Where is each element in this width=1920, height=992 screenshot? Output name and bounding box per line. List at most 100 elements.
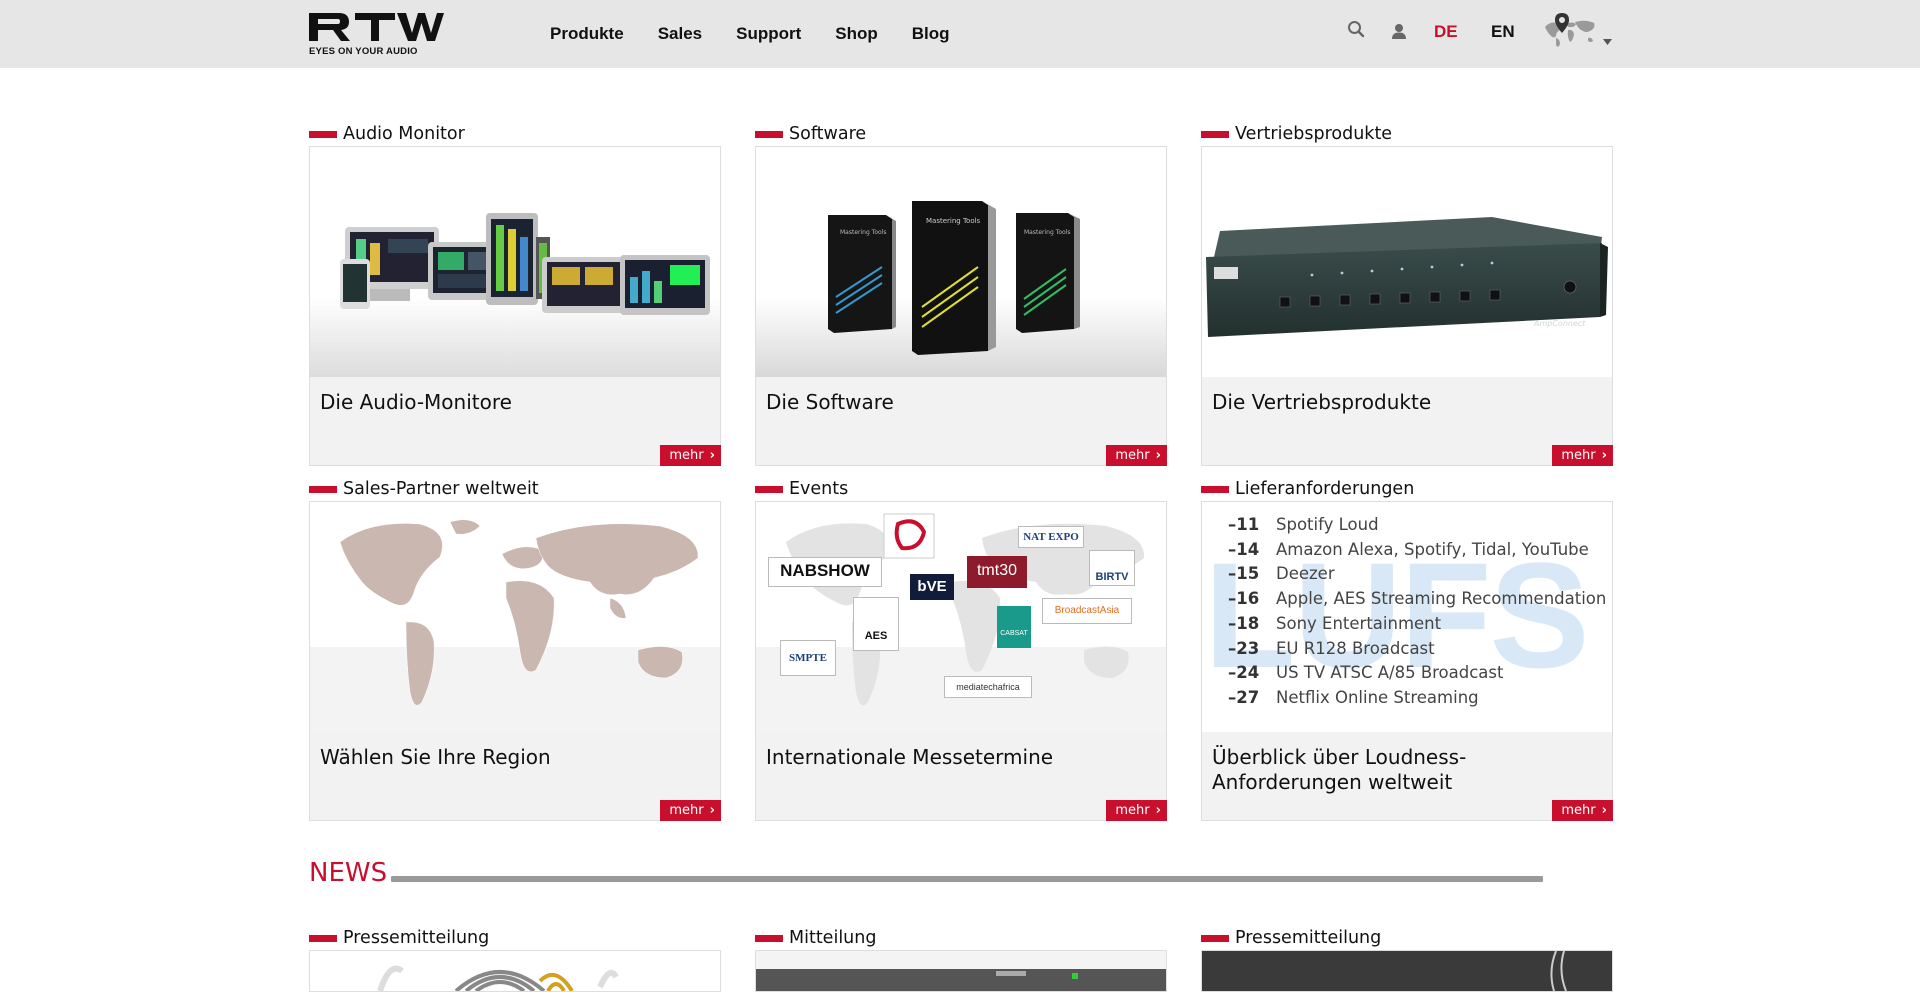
card-link[interactable]: AmpConnect Die Vertriebsprodukte mehr ›: [1201, 146, 1613, 466]
title-marker: [309, 130, 337, 138]
title-marker: [1201, 485, 1229, 493]
smpte-logo: SMPTE: [780, 640, 836, 676]
title-marker: [1201, 934, 1229, 942]
loudness-row: –24 US TV ATSC A/85 Broadcast: [1228, 663, 1504, 683]
card-label: Sales-Partner weltweit: [343, 479, 539, 499]
card-link[interactable]: NABSHOW tmt30 bVE BIRTV NAT EXPO Broadca…: [755, 501, 1167, 821]
news-image: [756, 951, 1166, 991]
news-label: Pressemitteilung: [1235, 928, 1382, 948]
search-icon[interactable]: [1347, 20, 1367, 40]
chevron-right-icon: ›: [709, 448, 715, 463]
card-link[interactable]: LUFS –11 Spotify Loud –14 Amazon Alexa, Sp…: [1201, 501, 1613, 821]
title-marker: [755, 485, 783, 493]
card-description: Internationale Messetermine: [766, 745, 1054, 769]
news-label: Pressemitteilung: [343, 928, 490, 948]
card-description: Die Vertriebsprodukte: [1212, 390, 1432, 414]
news-item: Mitteilung: [755, 926, 1167, 992]
loudness-row: –16 Apple, AES Streaming Recommendation: [1228, 589, 1607, 609]
loudness-table-image: LUFS –11 Spotify Loud –14 Amazon Alexa, Sp…: [1202, 502, 1612, 732]
mehr-label: mehr: [669, 448, 704, 463]
mehr-button[interactable]: mehr ›: [660, 445, 721, 466]
nav-sales[interactable]: Sales: [658, 24, 702, 44]
user-icon[interactable]: [1390, 22, 1410, 42]
mediatechafrica-logo: mediatechafrica: [944, 676, 1032, 698]
card-link[interactable]: Die Audio-Monitore mehr ›: [309, 146, 721, 466]
mehr-label: mehr: [1115, 803, 1150, 818]
box-label: Mastering Tools: [926, 217, 981, 225]
site-header: EYES ON YOUR AUDIO Produkte Sales Suppor…: [0, 0, 1920, 68]
card-software: Software Mastering Tools Mastering Tools…: [755, 122, 1167, 466]
loudness-row: –15 Deezer: [1228, 564, 1335, 584]
events-logos-image: NABSHOW tmt30 bVE BIRTV NAT EXPO Broadca…: [756, 502, 1166, 732]
chevron-right-icon: ›: [1155, 803, 1161, 818]
loudness-row: –11 Spotify Loud: [1228, 515, 1379, 534]
card-description: Wählen Sie Ihre Region: [320, 745, 551, 769]
title-marker: [309, 934, 337, 942]
card-description: Die Software: [766, 390, 894, 414]
mehr-button[interactable]: mehr ›: [660, 800, 721, 821]
chevron-right-icon: ›: [709, 803, 715, 818]
loudness-row: –18 Sony Entertainment: [1228, 613, 1442, 633]
chevron-right-icon: ›: [1155, 448, 1161, 463]
chevron-down-icon: [1603, 30, 1612, 49]
device-label: AmpConnect: [1534, 319, 1586, 328]
nav-produkte[interactable]: Produkte: [550, 24, 624, 44]
card-vertriebsprodukte: Vertriebsprodukte AmpConnect Die Vertrie…: [1201, 122, 1613, 466]
title-marker: [1201, 130, 1229, 138]
title-marker: [755, 934, 783, 942]
card-label: Audio Monitor: [343, 124, 465, 144]
mehr-button[interactable]: mehr ›: [1106, 800, 1167, 821]
news-heading: NEWS: [309, 858, 388, 888]
loudness-list: –11 Spotify Loud –14 Amazon Alexa, Spotify…: [1228, 513, 1606, 711]
aes-logo: AES: [853, 597, 899, 651]
card-lieferanforderungen: Lieferanforderungen LUFS –11 Spotify Loud…: [1201, 477, 1613, 821]
card-description: Die Audio-Monitore: [320, 390, 512, 414]
nav-shop[interactable]: Shop: [835, 24, 878, 44]
natexpo-logo: NAT EXPO: [1018, 526, 1084, 548]
nabshow-logo: NABSHOW: [768, 557, 882, 587]
mehr-button[interactable]: mehr ›: [1552, 800, 1613, 821]
loudness-row: –27 Netflix Online Streaming: [1228, 687, 1479, 707]
card-label: Events: [789, 479, 849, 499]
news-divider: [391, 876, 1543, 882]
card-label: Lieferanforderungen: [1235, 479, 1415, 499]
region-selector[interactable]: [1542, 12, 1612, 52]
chevron-right-icon: ›: [1601, 448, 1607, 463]
card-link[interactable]: Wählen Sie Ihre Region mehr ›: [309, 501, 721, 821]
loudness-row: –14 Amazon Alexa, Spotify, Tidal, YouTube: [1228, 539, 1589, 559]
logo-tagline: EYES ON YOUR AUDIO: [309, 46, 418, 57]
ampconnect-image: AmpConnect: [1202, 147, 1612, 377]
card-audio-monitor: Audio Monitor Die Audio-Monitore mehr ›: [309, 122, 721, 466]
chevron-right-icon: ›: [1601, 803, 1607, 818]
title-marker: [309, 485, 337, 493]
world-map-image: [310, 502, 720, 732]
news-link[interactable]: [755, 950, 1167, 992]
audio-monitors-image: [310, 147, 720, 377]
mehr-button[interactable]: mehr ›: [1552, 445, 1613, 466]
main-nav: Produkte Sales Support Shop Blog: [550, 0, 984, 68]
rtw-logo[interactable]: EYES ON YOUR AUDIO: [309, 11, 444, 57]
news-link[interactable]: [1201, 950, 1613, 992]
lang-en[interactable]: EN: [1491, 22, 1515, 42]
box-label: Mastering Tools: [1024, 229, 1071, 236]
news-label: Mitteilung: [789, 928, 877, 948]
card-label: Software: [789, 124, 867, 144]
news-link[interactable]: [309, 950, 721, 992]
mehr-button[interactable]: mehr ›: [1106, 445, 1167, 466]
loudness-row: –23 EU R128 Broadcast: [1228, 638, 1435, 658]
rtw-logo-mark: [309, 13, 444, 41]
mehr-label: mehr: [1561, 448, 1596, 463]
nav-blog[interactable]: Blog: [912, 24, 950, 44]
cabsat-logo: CABSAT: [997, 606, 1031, 648]
tmt30-logo: tmt30: [967, 556, 1027, 588]
lang-de[interactable]: DE: [1434, 22, 1458, 42]
news-image: [1202, 951, 1612, 991]
card-events: Events NABSHOW tmt30 bVE BIRTV NAT EXPO: [755, 477, 1167, 821]
news-image: [377, 965, 619, 991]
map-pin-icon: [1554, 12, 1570, 38]
mehr-label: mehr: [1561, 803, 1596, 818]
card-label: Vertriebsprodukte: [1235, 124, 1393, 144]
nav-support[interactable]: Support: [736, 24, 801, 44]
box-label: Mastering Tools: [840, 229, 887, 236]
card-link[interactable]: Mastering Tools Mastering Tools Masterin…: [755, 146, 1167, 466]
